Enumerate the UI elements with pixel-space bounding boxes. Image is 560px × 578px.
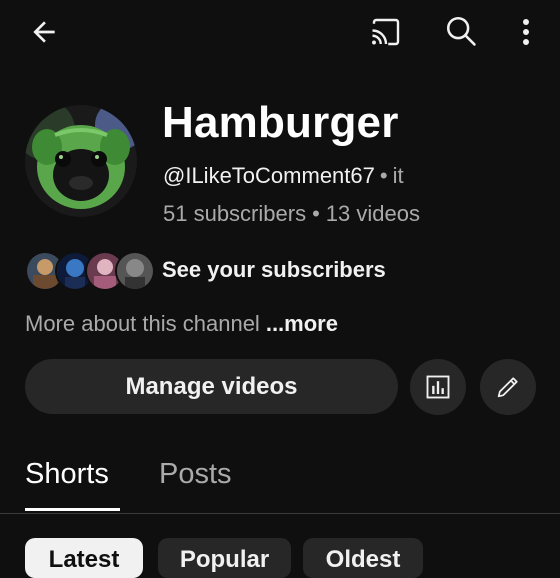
about-text: More about this channel [25,311,260,336]
back-button[interactable] [22,10,66,54]
channel-handle-line: @ILikeToComment67 • it [163,163,404,189]
edit-pencil-icon [497,377,518,398]
stats-separator: • [312,201,320,226]
subscriber-avatar [115,251,155,291]
subscriber-count: 51 subscribers [163,201,307,226]
more-vert-icon [523,19,529,45]
chip-latest[interactable]: Latest [25,538,143,578]
channel-stats: 51 subscribers • 13 videos [163,201,420,227]
cast-button[interactable] [364,10,408,54]
channel-avatar[interactable] [25,105,137,217]
about-channel-link[interactable]: More about this channel ...more [25,311,338,337]
arrow-back-icon [33,21,55,43]
tab-shorts[interactable]: Shorts [25,458,109,491]
cast-icon [372,18,400,46]
manage-videos-button[interactable]: Manage videos [25,359,398,414]
video-count: 13 videos [325,201,420,226]
analytics-icon [426,375,450,399]
see-subscribers-row[interactable]: See your subscribers [25,250,386,291]
handle-suffix: it [392,163,404,188]
chip-oldest[interactable]: Oldest [303,538,423,578]
handle-separator: • [379,163,388,188]
channel-handle: @ILikeToComment67 [163,163,375,188]
channel-name: Hamburger [162,98,399,147]
tab-posts[interactable]: Posts [159,458,232,491]
edit-channel-button[interactable] [480,359,536,415]
selected-tab-indicator [25,508,120,511]
tabs-divider [0,513,560,514]
see-subscribers-label: See your subscribers [162,257,386,282]
subscriber-avatars [25,250,155,291]
chip-popular[interactable]: Popular [158,538,291,578]
search-icon [446,16,476,46]
analytics-button[interactable] [410,359,466,415]
pug-avatar-image [25,105,137,217]
more-link[interactable]: ...more [266,311,338,336]
search-button[interactable] [438,8,484,54]
more-options-button[interactable] [508,10,544,54]
